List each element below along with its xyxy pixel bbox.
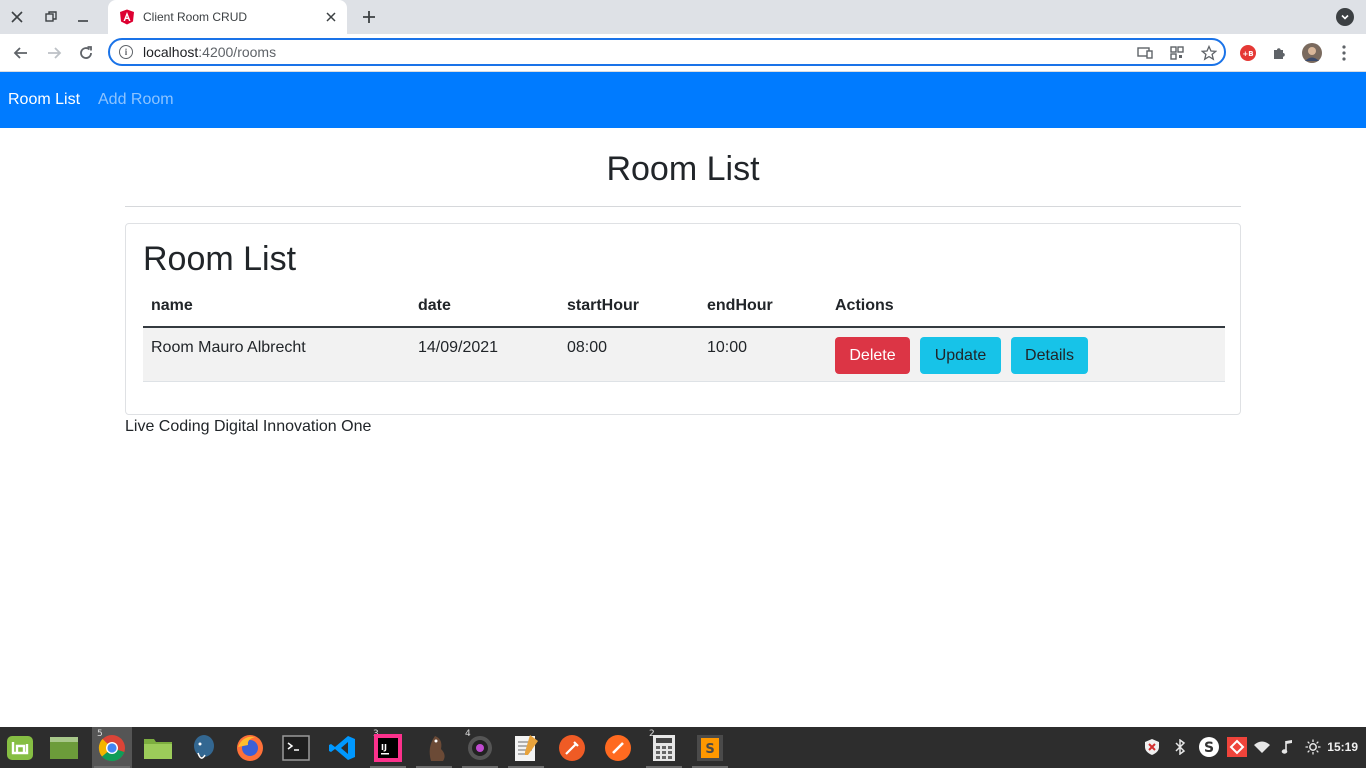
svg-text:+B: +B: [1242, 50, 1253, 58]
intellij-icon[interactable]: IJ: [372, 732, 404, 764]
tab-title: Client Room CRUD: [143, 10, 248, 24]
reload-icon[interactable]: [75, 42, 97, 64]
show-desktop-icon[interactable]: [48, 732, 80, 764]
bookmark-star-icon[interactable]: [1200, 44, 1218, 62]
divider: [125, 206, 1241, 207]
browser-tab[interactable]: Client Room CRUD: [108, 0, 347, 34]
text-editor-icon[interactable]: [510, 732, 542, 764]
column-header-start-hour: startHour: [567, 297, 640, 314]
vscode-icon[interactable]: [326, 732, 358, 764]
file-manager-icon[interactable]: [142, 732, 174, 764]
column-header-end-hour: endHour: [707, 297, 773, 314]
address-bar[interactable]: i localhost:4200/rooms: [108, 38, 1226, 66]
column-header-name: name: [151, 297, 193, 314]
os-taskbar: 5 3 IJ 4 2 S: [0, 727, 1366, 768]
details-button[interactable]: Details: [1011, 337, 1088, 374]
extension-badge-icon[interactable]: +B: [1238, 43, 1258, 63]
close-window-icon[interactable]: [7, 7, 27, 27]
update-button[interactable]: Update: [920, 337, 1001, 374]
chrome-icon[interactable]: [96, 732, 128, 764]
card-title: Room List: [143, 240, 297, 278]
browser-menu-icon[interactable]: [1334, 43, 1354, 63]
new-tab-button[interactable]: [358, 6, 380, 28]
url-text: localhost:4200/rooms: [143, 44, 277, 60]
app-navbar: Room List Add Room: [0, 72, 1366, 128]
browser-toolbar: i localhost:4200/rooms +B: [0, 34, 1366, 72]
qr-code-icon[interactable]: [1168, 44, 1186, 62]
terminal-icon[interactable]: [280, 732, 312, 764]
angular-icon: [120, 9, 134, 25]
site-info-icon[interactable]: i: [119, 45, 133, 59]
system-clock[interactable]: 15:19: [1327, 740, 1358, 754]
skype-icon[interactable]: S: [1198, 736, 1220, 758]
cell-end-hour: 10:00: [707, 339, 748, 356]
column-header-actions: Actions: [835, 297, 894, 314]
cell-date: 14/09/2021: [418, 339, 499, 356]
update-manager-icon[interactable]: [1143, 738, 1161, 756]
bluetooth-icon[interactable]: [1171, 738, 1189, 756]
calculator-icon[interactable]: [648, 732, 680, 764]
table-row: Room Mauro Albrecht 14/09/2021 08:00 10:…: [143, 328, 1225, 382]
screen-recorder-icon[interactable]: [464, 732, 496, 764]
cast-icon[interactable]: [1136, 44, 1154, 62]
cell-name: Room Mauro Albrecht: [151, 339, 306, 356]
brightness-icon[interactable]: [1304, 738, 1322, 756]
sound-icon[interactable]: [1279, 738, 1297, 756]
nav-link-room-list[interactable]: Room List: [8, 91, 80, 109]
extensions-puzzle-icon[interactable]: [1270, 43, 1290, 63]
restore-window-icon[interactable]: [41, 7, 61, 27]
wifi-icon[interactable]: [1253, 738, 1271, 756]
mint-menu-icon[interactable]: [4, 732, 36, 764]
minimize-window-icon[interactable]: [73, 7, 93, 27]
nav-link-add-room[interactable]: Add Room: [98, 91, 174, 109]
postgresql-icon[interactable]: [188, 732, 220, 764]
browser-titlebar: Client Room CRUD: [0, 0, 1366, 34]
delete-button[interactable]: Delete: [835, 337, 910, 374]
sublime-text-icon[interactable]: S: [694, 732, 726, 764]
insomnia-icon[interactable]: [602, 732, 634, 764]
profile-avatar-icon[interactable]: [1302, 43, 1322, 63]
svg-text:IJ: IJ: [381, 743, 387, 752]
cell-start-hour: 08:00: [567, 339, 608, 356]
forward-icon[interactable]: [43, 42, 65, 64]
back-icon[interactable]: [10, 42, 32, 64]
tab-search-icon[interactable]: [1336, 8, 1354, 26]
page-title: Room List: [606, 150, 760, 188]
svg-text:S: S: [705, 742, 714, 757]
postman-icon[interactable]: [556, 732, 588, 764]
anydesk-icon[interactable]: [1226, 736, 1248, 758]
close-tab-icon[interactable]: [323, 9, 339, 25]
plus-icon: [363, 11, 375, 23]
dbeaver-icon[interactable]: [420, 732, 452, 764]
column-header-date: date: [418, 297, 451, 314]
room-list-card: Room List name date startHour endHour Ac…: [125, 223, 1241, 415]
svg-text:S: S: [1204, 740, 1214, 756]
footer-text: Live Coding Digital Innovation One: [125, 418, 372, 435]
firefox-icon[interactable]: [234, 732, 266, 764]
